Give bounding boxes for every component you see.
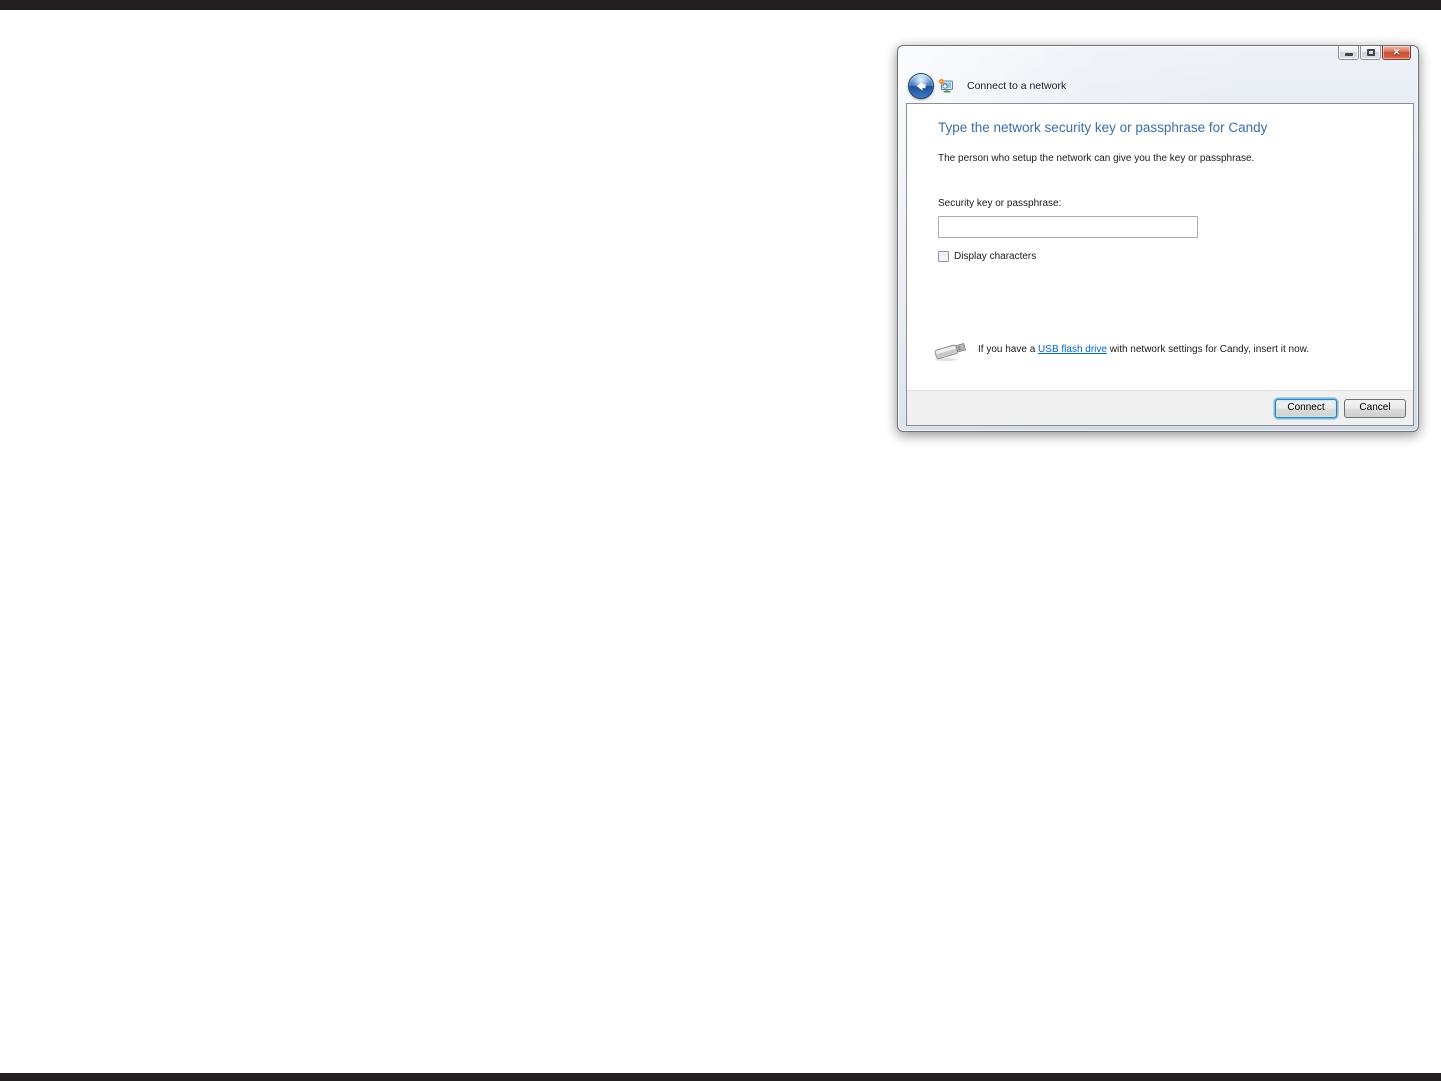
main-instruction: Type the network security key or passphr… xyxy=(938,120,1268,135)
connect-button[interactable]: Connect xyxy=(1275,398,1337,418)
navigation-bar: Connect to a network xyxy=(908,73,1066,99)
usb-hint-row: If you have a USB flash drive with netwo… xyxy=(932,338,1309,362)
cancel-button[interactable]: Cancel xyxy=(1344,398,1406,418)
minimize-icon xyxy=(1344,52,1353,56)
dialog-content: Type the network security key or passphr… xyxy=(907,104,1413,390)
display-characters-row[interactable]: Display characters xyxy=(938,251,1036,262)
minimize-button[interactable] xyxy=(1338,46,1359,60)
maximize-icon xyxy=(1366,49,1375,56)
back-arrow-icon xyxy=(916,81,926,91)
window-title: Connect to a network xyxy=(967,80,1067,92)
usb-flash-drive-link[interactable]: USB flash drive xyxy=(1038,344,1107,355)
maximize-button[interactable] xyxy=(1360,46,1381,60)
close-icon: ✕ xyxy=(1392,47,1401,57)
security-key-label: Security key or passphrase: xyxy=(938,198,1062,209)
page-top-rule xyxy=(0,0,1441,10)
caption-buttons: ✕ xyxy=(1337,46,1411,60)
description-text: The person who setup the network can giv… xyxy=(938,153,1255,164)
connect-to-network-window: ✕ Connect to a network Type the network … xyxy=(897,45,1419,432)
close-button[interactable]: ✕ xyxy=(1382,46,1411,60)
security-key-input[interactable] xyxy=(938,216,1198,238)
back-button[interactable] xyxy=(908,73,934,99)
dialog-footer: Connect Cancel xyxy=(907,390,1413,425)
dialog-body: Type the network security key or passphr… xyxy=(906,103,1414,426)
display-characters-checkbox[interactable] xyxy=(938,251,949,262)
usb-hint-prefix: If you have a xyxy=(978,344,1039,355)
display-characters-label: Display characters xyxy=(954,251,1037,262)
page-bottom-rule xyxy=(0,1073,1441,1081)
usb-hint-suffix: with network settings for Candy, insert … xyxy=(1106,344,1310,355)
usb-hint-text: If you have a USB flash drive with netwo… xyxy=(978,344,1309,355)
usb-flash-drive-icon xyxy=(934,342,966,361)
network-wizard-icon xyxy=(938,78,953,93)
